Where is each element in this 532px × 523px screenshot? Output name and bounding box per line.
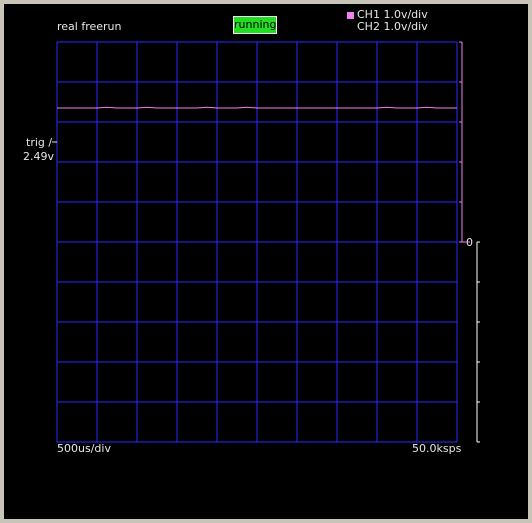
scope-plot — [52, 41, 480, 443]
